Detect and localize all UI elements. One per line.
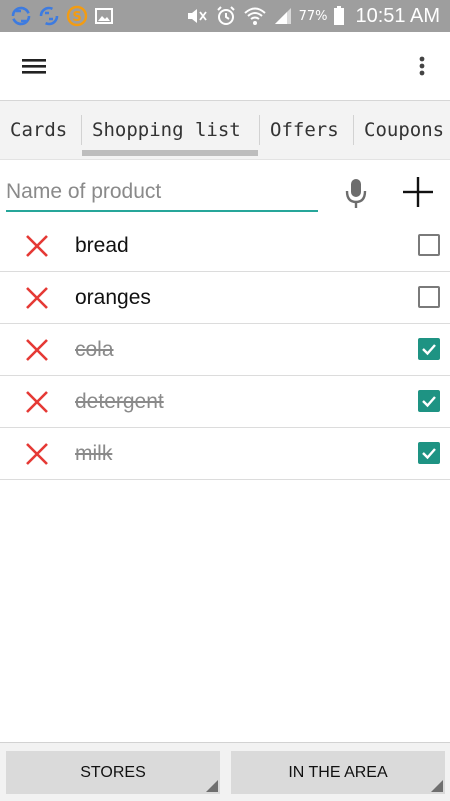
tab-divider xyxy=(81,115,82,145)
tab-label: Offers xyxy=(270,119,339,141)
list-item: cola xyxy=(0,324,450,376)
item-checkbox-checked[interactable] xyxy=(418,338,440,360)
status-bar: S 77% 10:51 AM xyxy=(0,0,450,32)
bottom-bar: STORES IN THE AREA xyxy=(0,742,450,801)
corner-triangle-icon xyxy=(206,780,218,792)
microphone-icon[interactable] xyxy=(342,176,370,210)
system-icons: 77% 10:51 AM xyxy=(185,0,440,32)
hamburger-menu-icon[interactable] xyxy=(18,52,50,80)
delete-x-icon[interactable] xyxy=(24,389,50,415)
product-name-input[interactable] xyxy=(6,174,318,212)
check-icon xyxy=(422,448,436,460)
corner-triangle-icon xyxy=(431,780,443,792)
delete-x-icon[interactable] xyxy=(24,285,50,311)
item-checkbox[interactable] xyxy=(418,234,440,256)
item-label: cola xyxy=(75,338,114,361)
list-item: bread xyxy=(0,220,450,272)
delete-x-icon[interactable] xyxy=(24,441,50,467)
sync-icon xyxy=(38,5,60,27)
tab-cards[interactable]: Cards xyxy=(10,101,67,159)
item-checkbox-checked[interactable] xyxy=(418,442,440,464)
check-icon xyxy=(422,344,436,356)
item-label: detergent xyxy=(75,390,164,413)
shopping-list: bread oranges cola detergent milk xyxy=(0,220,450,480)
in-the-area-button-label: IN THE AREA xyxy=(288,763,388,781)
item-checkbox-checked[interactable] xyxy=(418,390,440,412)
delete-x-icon[interactable] xyxy=(24,233,50,259)
svg-text:S: S xyxy=(72,10,81,25)
battery-icon xyxy=(333,6,345,26)
tab-divider xyxy=(259,115,260,145)
list-item: milk xyxy=(0,428,450,480)
wifi-icon xyxy=(243,6,267,26)
item-label: milk xyxy=(75,442,113,465)
app-bar xyxy=(0,32,450,101)
tab-divider xyxy=(353,115,354,145)
signal-icon xyxy=(273,7,293,25)
more-vert-icon[interactable] xyxy=(412,52,432,80)
list-item: detergent xyxy=(0,376,450,428)
alarm-icon xyxy=(215,5,237,27)
tab-label: Cards xyxy=(10,119,68,141)
item-label: bread xyxy=(75,234,129,257)
item-checkbox[interactable] xyxy=(418,286,440,308)
add-product-row xyxy=(0,160,450,220)
clock: 10:51 AM xyxy=(355,4,440,27)
stores-button-label: STORES xyxy=(80,763,146,781)
in-the-area-button[interactable]: IN THE AREA xyxy=(231,751,445,794)
tab-label: Coupons xyxy=(364,119,445,141)
list-item: oranges xyxy=(0,272,450,324)
selected-tab-indicator xyxy=(82,150,258,156)
item-label: oranges xyxy=(75,286,151,309)
tab-label: Shopping list xyxy=(92,119,241,141)
image-icon xyxy=(94,6,114,26)
s-app-icon: S xyxy=(66,5,88,27)
tab-coupons[interactable]: Coupons xyxy=(364,101,444,159)
mute-icon xyxy=(185,6,209,26)
tab-offers[interactable]: Offers xyxy=(270,101,339,159)
check-icon xyxy=(422,396,436,408)
plus-icon[interactable] xyxy=(400,174,436,210)
sync-icon xyxy=(10,5,32,27)
delete-x-icon[interactable] xyxy=(24,337,50,363)
stores-button[interactable]: STORES xyxy=(6,751,220,794)
battery-percent: 77% xyxy=(298,8,328,24)
notification-icons: S xyxy=(10,5,114,27)
